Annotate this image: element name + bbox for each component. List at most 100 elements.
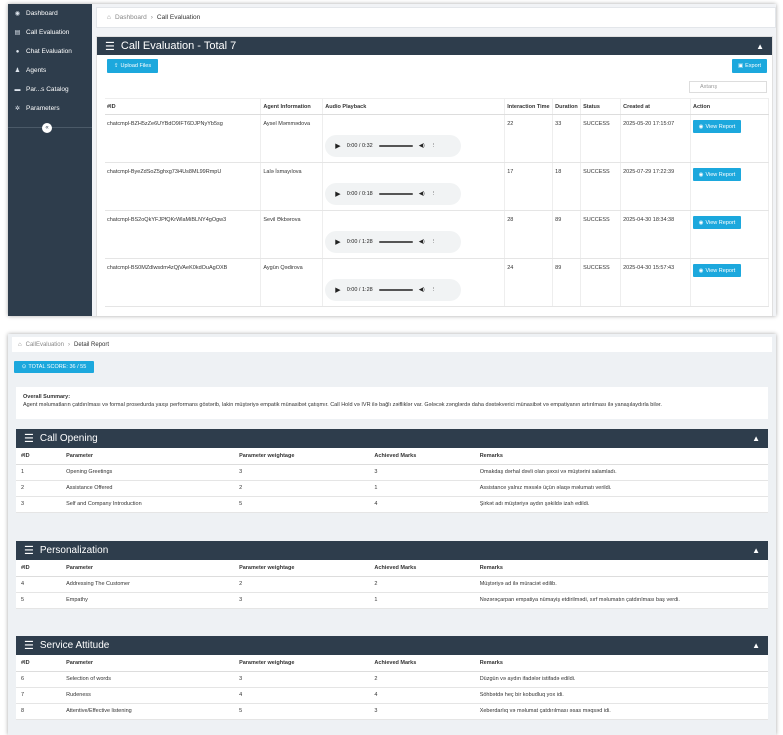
audio-progress-bar[interactable] xyxy=(378,193,413,195)
table-cell: Selection of words xyxy=(61,671,235,688)
view-report-button[interactable]: ◉ View Report xyxy=(692,216,741,229)
sidebar-item-par-s-catalog[interactable]: ▬ Par...s Catalog xyxy=(8,80,92,99)
breadcrumb-home[interactable]: Dashboard xyxy=(115,14,147,21)
table-cell: 2 xyxy=(234,576,370,593)
volume-icon[interactable]: ◀) xyxy=(419,239,425,245)
sidebar-item-chat-evaluation[interactable]: ● Chat Evaluation xyxy=(8,42,92,61)
sidebar-item-label: Call Evaluation xyxy=(26,29,70,36)
menu-icon: ☰ xyxy=(24,545,34,557)
eye-icon: ◉ xyxy=(698,219,704,226)
sidebar-item-dashboard[interactable]: ◉ Dashboard xyxy=(8,4,92,23)
table-cell: 5 xyxy=(234,496,370,513)
audio-cell: ▶ 0:00 / 0:32 ◀) ⋮ xyxy=(322,114,506,163)
overall-summary: Overall Summary: Agent məlumatların çatd… xyxy=(16,387,768,419)
view-report-button[interactable]: ◉ View Report xyxy=(692,120,741,133)
collapse-chevron-icon[interactable]: ▲ xyxy=(752,641,760,650)
duration-cell: 89 xyxy=(552,210,582,259)
view-report-button[interactable]: ◉ View Report xyxy=(692,264,741,277)
table-cell: Assistance Offered xyxy=(61,480,235,497)
table-cell: Rudeness xyxy=(61,687,235,704)
table-cell: 2 xyxy=(369,671,475,688)
menu-icon: ☰ xyxy=(24,433,34,445)
section-table: #ID Parameter Parameter weightage Achieved … xyxy=(16,655,768,720)
volume-icon[interactable]: ◀) xyxy=(419,191,425,197)
sidebar-item-parameters[interactable]: ✲ Parameters xyxy=(8,99,92,118)
collapse-chevron-icon[interactable]: ▲ xyxy=(756,42,764,51)
view-report-label: View Report xyxy=(705,219,736,226)
column-header: #ID xyxy=(16,655,62,672)
table-cell: Assistance yalnız məsələ üçün əlaqə məlu… xyxy=(474,480,768,497)
more-options-icon[interactable]: ⋮ xyxy=(431,191,437,197)
created-at-cell: 2025-04-30 15:57:43 xyxy=(620,258,691,307)
duration-cell: 89 xyxy=(552,258,582,307)
sidebar-collapse-icon[interactable]: « xyxy=(42,123,52,133)
breadcrumb-parent[interactable]: CallEvaluation xyxy=(26,342,64,348)
sidebar-item-call-evaluation[interactable]: ▤ Call Evaluation xyxy=(8,23,92,42)
audio-player[interactable]: ▶ 0:00 / 0:18 ◀) ⋮ xyxy=(325,183,462,205)
summary-text: Agent məlumatların çatdırılması və forma… xyxy=(23,402,662,408)
table-cell: Omakdaş dərhal dəvli olan şəxsi və müştə… xyxy=(474,464,768,481)
table-cell: Empathy xyxy=(61,592,235,609)
section-table: #ID Parameter Parameter weightage Achieved … xyxy=(16,448,768,513)
agent-cell: Aysel Məmmədova xyxy=(260,114,324,163)
table-body: chatcmpl-BZH5zZe6UYBdO9IFT6DJPNyYb5sg Ays… xyxy=(105,114,770,307)
status-cell: SUCCESS xyxy=(580,210,622,259)
view-report-button[interactable]: ◉ View Report xyxy=(692,168,741,181)
breadcrumb: ⌂ Dashboard › Call Evaluation xyxy=(96,7,776,28)
column-header: Created at xyxy=(620,98,691,115)
eye-icon: ◉ xyxy=(698,171,704,178)
search-input[interactable]: Axtarış xyxy=(689,81,767,93)
audio-player[interactable]: ▶ 0:00 / 1:28 ◀) ⋮ xyxy=(325,231,462,253)
section-header: ☰ Service Attitude ▲ xyxy=(16,636,768,655)
upload-files-button[interactable]: ⇪ Upload Files xyxy=(107,59,158,73)
collapse-chevron-icon[interactable]: ▲ xyxy=(752,546,760,555)
panel-title: Call Evaluation - Total 7 xyxy=(120,40,237,52)
export-button[interactable]: ▣ Export xyxy=(732,59,767,73)
column-header: Action xyxy=(690,98,770,115)
table-cell: 2 xyxy=(16,480,62,497)
users-icon: ♟ xyxy=(14,68,21,74)
home-icon[interactable]: ⌂ xyxy=(107,14,111,21)
audio-progress-bar[interactable] xyxy=(378,145,413,147)
audio-progress-bar[interactable] xyxy=(378,241,413,243)
table-header-row: #ID Parameter Parameter weightage Achieved … xyxy=(16,655,768,672)
more-options-icon[interactable]: ⋮ xyxy=(431,287,437,293)
breadcrumb-separator: › xyxy=(150,14,153,21)
audio-progress-bar[interactable] xyxy=(378,289,413,291)
audio-time: 0:00 / 1:28 xyxy=(346,287,373,293)
table-cell: 1 xyxy=(16,464,62,481)
volume-icon[interactable]: ◀) xyxy=(419,287,425,293)
home-icon[interactable]: ⌂ xyxy=(18,342,22,348)
action-cell: ◉ View Report xyxy=(690,114,770,163)
audio-player[interactable]: ▶ 0:00 / 0:32 ◀) ⋮ xyxy=(325,135,462,157)
more-options-icon[interactable]: ⋮ xyxy=(431,143,437,149)
table-row: chatcmpl-BS0MZdlwsdm4zQjVAeK0kdOuAgOXB Ay… xyxy=(105,258,770,307)
column-header: Achieved Marks xyxy=(369,560,475,577)
call-id-cell: chatcmpl-BS0MZdlwsdm4zQjVAeK0kdOuAgOXB xyxy=(105,258,262,307)
sidebar-item-label: Par...s Catalog xyxy=(26,86,69,93)
total-score-badge: ⊙ TOTAL SCORE: 36 / 55 xyxy=(14,361,94,373)
audio-player[interactable]: ▶ 0:00 / 1:28 ◀) ⋮ xyxy=(325,279,462,301)
table-cell: 2 xyxy=(234,480,370,497)
table-row: chatcmpl-BZH5zZe6UYBdO9IFT6DJPNyYb5sg Ays… xyxy=(105,114,770,163)
upload-files-label: Upload Files xyxy=(120,63,152,69)
play-icon[interactable]: ▶ xyxy=(335,142,340,150)
status-cell: SUCCESS xyxy=(580,162,622,211)
main-content: ⌂ Dashboard › Call Evaluation ☰ Call Eva… xyxy=(92,4,776,316)
sidebar-item-label: Chat Evaluation xyxy=(26,48,72,55)
table-cell: 2 xyxy=(369,576,475,593)
table-cell: 5 xyxy=(234,703,370,720)
column-header: Parameter xyxy=(61,655,235,672)
table-cell: Attentive/Effective listening xyxy=(61,703,235,720)
table-cell: 4 xyxy=(16,576,62,593)
agent-cell: Aygün Qədirova xyxy=(260,258,324,307)
play-icon[interactable]: ▶ xyxy=(335,190,340,198)
play-icon[interactable]: ▶ xyxy=(335,286,340,294)
volume-icon[interactable]: ◀) xyxy=(419,143,425,149)
sidebar-item-agents[interactable]: ♟ Agents xyxy=(8,61,92,80)
sidebar-item-label: Dashboard xyxy=(26,10,58,17)
breadcrumb-separator: › xyxy=(67,341,70,348)
play-icon[interactable]: ▶ xyxy=(335,238,340,246)
more-options-icon[interactable]: ⋮ xyxy=(431,239,437,245)
collapse-chevron-icon[interactable]: ▲ xyxy=(752,434,760,443)
